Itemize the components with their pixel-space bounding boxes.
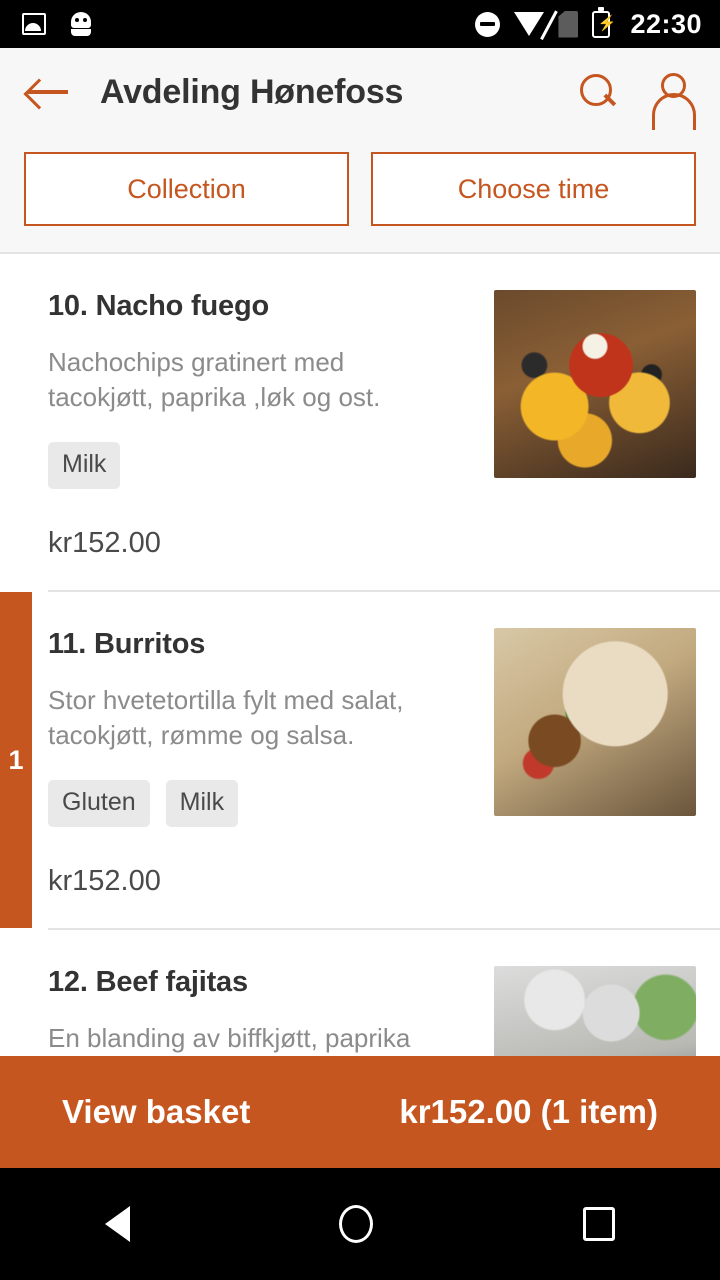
- android-robot-icon: [68, 12, 94, 36]
- nav-back-icon[interactable]: [104, 1206, 130, 1242]
- choose-time-button[interactable]: Choose time: [371, 152, 696, 226]
- view-basket-bar[interactable]: View basket kr152.00 (1 item): [0, 1056, 720, 1168]
- page-title: Avdeling Hønefoss: [100, 72, 404, 111]
- allergen-tag-list: Milk: [48, 442, 476, 490]
- menu-item-price: kr152.00: [48, 527, 161, 560]
- wifi-icon: [514, 12, 545, 36]
- menu-item-details: 11. Burritos Stor hvetetortilla fylt med…: [48, 628, 494, 898]
- menu-list[interactable]: 10. Nacho fuego Nachochips gratinert med…: [0, 254, 720, 1086]
- menu-item-image: [494, 628, 696, 817]
- menu-item-title: 11. Burritos: [48, 628, 206, 661]
- photo-icon: [22, 13, 46, 35]
- search-icon[interactable]: [578, 72, 618, 112]
- allergen-tag-list: Gluten Milk: [48, 780, 476, 828]
- status-bar-clock: 22:30: [630, 8, 702, 39]
- menu-item-details: 10. Nacho fuego Nachochips gratinert med…: [48, 290, 494, 560]
- view-basket-label: View basket: [62, 1093, 251, 1130]
- user-account-icon[interactable]: [650, 72, 696, 130]
- app-screen: ⚡ 22:30 Avdeling Hønefoss Collection Cho…: [0, 0, 720, 1280]
- allergen-tag: Milk: [165, 780, 239, 828]
- basket-total: kr152.00 (1 item): [399, 1093, 658, 1130]
- quantity-badge: 1: [0, 592, 32, 929]
- allergen-tag: Milk: [48, 442, 121, 490]
- system-nav-bar: [0, 1168, 720, 1280]
- app-bar: Avdeling Hønefoss: [0, 48, 720, 136]
- status-bar-right-icons: ⚡ 22:30: [475, 6, 702, 40]
- menu-item-image: [494, 290, 696, 478]
- nav-home-icon[interactable]: [339, 1205, 374, 1243]
- allergen-tag: Gluten: [48, 780, 150, 828]
- back-arrow-icon[interactable]: [26, 75, 70, 109]
- menu-item-description: Stor hvetetortilla fylt med salat, tacok…: [48, 685, 404, 750]
- do-not-disturb-icon: [475, 11, 501, 37]
- menu-item[interactable]: 1 11. Burritos Stor hvetetortilla fylt m…: [0, 592, 720, 929]
- nav-recents-icon[interactable]: [583, 1207, 616, 1241]
- fulfilment-options: Collection Choose time: [0, 136, 720, 254]
- status-bar: ⚡ 22:30: [0, 0, 720, 48]
- app-bar-actions: [578, 72, 696, 130]
- menu-item-title: 12. Beef fajitas: [48, 966, 248, 999]
- no-sim-icon: [558, 11, 578, 38]
- collection-button[interactable]: Collection: [24, 152, 349, 226]
- menu-item-description: Nachochips gratinert med tacokjøtt, papr…: [48, 347, 381, 412]
- battery-charging-icon: ⚡: [592, 6, 616, 38]
- menu-item[interactable]: 10. Nacho fuego Nachochips gratinert med…: [0, 254, 720, 591]
- menu-item-price: kr152.00: [48, 865, 161, 898]
- menu-item-title: 10. Nacho fuego: [48, 290, 269, 322]
- status-bar-left-icons: [22, 12, 94, 36]
